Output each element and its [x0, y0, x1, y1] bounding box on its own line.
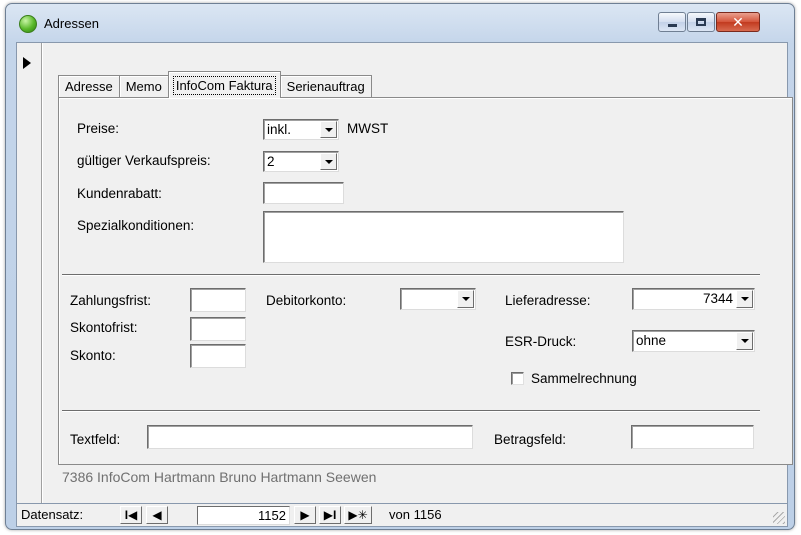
tab-infocom-faktura[interactable]: InfoCom Faktura [167, 71, 281, 98]
verkaufspreis-label: gültiger Verkaufspreis: [77, 153, 211, 168]
maximize-icon [696, 18, 706, 26]
record-number-input[interactable]: 1152 [197, 506, 290, 525]
record-navigation-bar: Datensatz: I◀ ◀ 1152 ▶ ▶I ▶✳ von 1156 [16, 504, 788, 527]
record-selector[interactable] [17, 43, 42, 503]
spezialkonditionen-label: Spezialkonditionen: [77, 218, 195, 233]
tab-label: Adresse [65, 79, 113, 94]
minimize-icon [667, 23, 677, 27]
dropdown-arrow-icon[interactable] [320, 153, 337, 170]
tab-strip: Adresse Memo InfoCom Faktura Serienauftr… [58, 71, 372, 98]
tab-serienauftrag[interactable]: Serienauftrag [279, 75, 372, 97]
nav-new-record-button[interactable]: ▶✳ [344, 506, 372, 524]
dropdown-arrow-icon[interactable] [736, 332, 753, 350]
nav-new-icon: ▶✳ [348, 508, 368, 522]
record-summary: 7386 InfoCom Hartmann Bruno Hartmann See… [62, 469, 377, 485]
skontofrist-field[interactable] [190, 317, 246, 341]
maximize-button[interactable] [687, 12, 715, 32]
mwst-label: MWST [347, 121, 389, 136]
lieferadresse-label: Lieferadresse: [505, 293, 591, 308]
esr-druck-label: ESR-Druck: [505, 334, 577, 349]
lieferadresse-value: 7344 [702, 291, 733, 306]
zahlungsfrist-field[interactable] [190, 288, 246, 312]
tab-label: InfoCom Faktura [172, 75, 276, 95]
dropdown-arrow-icon[interactable] [736, 290, 753, 308]
skontofrist-label: Skontofrist: [70, 320, 138, 335]
von-label: von [389, 507, 410, 522]
kundenrabatt-label: Kundenrabatt: [77, 186, 162, 201]
betragsfeld-label: Betragsfeld: [494, 432, 567, 447]
record-count: von 1156 [389, 507, 442, 522]
esr-druck-value: ohne [636, 333, 667, 348]
kundenrabatt-field[interactable] [263, 182, 344, 204]
window: Adressen ✕ Adresse Memo InfoCom Faktura … [5, 3, 795, 530]
tab-memo[interactable]: Memo [118, 75, 169, 97]
nav-prev-icon: ◀ [152, 508, 162, 522]
preise-value: inkl. [267, 122, 292, 137]
preise-select[interactable]: inkl. [263, 119, 339, 140]
record-total: 1156 [413, 507, 442, 522]
app-icon [19, 15, 37, 33]
section-divider [62, 274, 760, 276]
debitorkonto-label: Debitorkonto: [266, 293, 347, 308]
sammelrechnung-label: Sammelrechnung [531, 371, 637, 386]
zahlungsfrist-label: Zahlungsfrist: [70, 293, 152, 308]
window-title: Adressen [44, 16, 99, 31]
nav-last-icon: ▶I [323, 508, 337, 522]
nav-next-button[interactable]: ▶ [294, 506, 316, 524]
verkaufspreis-select[interactable]: 2 [263, 151, 339, 172]
preise-label: Preise: [77, 121, 120, 136]
resize-grip-icon[interactable] [773, 512, 785, 524]
minimize-button[interactable] [658, 12, 686, 32]
close-button[interactable]: ✕ [716, 12, 760, 32]
nav-first-button[interactable]: I◀ [120, 506, 142, 524]
nav-last-button[interactable]: ▶I [319, 506, 341, 524]
sammelrechnung-checkbox[interactable] [511, 372, 524, 385]
textfeld-label: Textfeld: [70, 432, 121, 447]
spezialkonditionen-field[interactable] [263, 211, 624, 263]
verkaufspreis-value: 2 [267, 154, 275, 169]
tab-label: Memo [125, 79, 162, 94]
tab-label: Serienauftrag [286, 79, 365, 94]
record-selector-arrow-icon [23, 57, 31, 69]
title-bar[interactable]: Adressen ✕ [6, 4, 794, 42]
close-icon: ✕ [732, 14, 744, 30]
lieferadresse-select[interactable]: 7344 [632, 288, 755, 310]
nav-first-icon: I◀ [124, 508, 138, 522]
nav-prev-button[interactable]: ◀ [146, 506, 168, 524]
section-divider [62, 410, 760, 412]
nav-next-icon: ▶ [300, 508, 310, 522]
tab-adresse[interactable]: Adresse [58, 75, 120, 97]
textfeld-field[interactable] [147, 425, 473, 449]
datensatz-label: Datensatz: [21, 507, 84, 522]
esr-druck-select[interactable]: ohne [632, 330, 755, 352]
dropdown-arrow-icon[interactable] [320, 121, 337, 138]
skonto-label: Skonto: [70, 348, 116, 363]
skonto-field[interactable] [190, 344, 246, 368]
betragsfeld-field[interactable] [631, 425, 754, 449]
dropdown-arrow-icon[interactable] [457, 290, 474, 308]
debitorkonto-select[interactable] [400, 288, 476, 310]
